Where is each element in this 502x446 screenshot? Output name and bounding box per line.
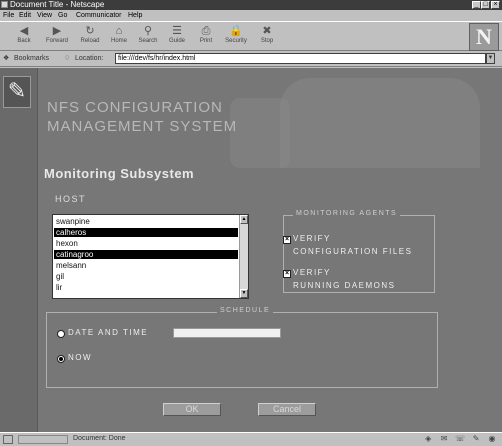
verify-daemons-label: VERIFY RUNNING DAEMONS xyxy=(293,268,396,290)
menu-view[interactable]: View xyxy=(37,10,52,21)
host-list-item-selected[interactable]: calheros xyxy=(54,228,238,237)
date-time-radio[interactable] xyxy=(57,330,65,338)
mail-icon[interactable]: ✉ xyxy=(438,434,450,444)
home-button[interactable]: ⌂ Home xyxy=(105,24,133,50)
location-label: Location: xyxy=(75,55,104,62)
verify-config-label: VERIFY CONFIGURATION FILES xyxy=(293,234,413,256)
date-time-label: DATE AND TIME xyxy=(68,328,149,337)
forward-arrow-icon: ▶ xyxy=(52,25,62,37)
background-graphic-arch xyxy=(280,78,480,168)
host-listbox[interactable]: swanpine calheros hexon catinagroo melsa… xyxy=(52,214,249,299)
browser-window: Document Title - Netscape _ □ × File Edi… xyxy=(0,0,502,446)
now-label: NOW xyxy=(68,353,93,362)
component-bar: ◈ ✉ ☏ ✎ ◉ xyxy=(420,434,498,446)
host-list-item[interactable]: hexon xyxy=(54,239,238,248)
menu-go[interactable]: Go xyxy=(58,10,67,21)
monitoring-agents-legend: MONITORING AGENTS xyxy=(293,210,401,217)
radar-icon[interactable]: ◉ xyxy=(486,434,498,444)
back-arrow-icon: ◀ xyxy=(19,25,29,37)
search-icon: ⚲ xyxy=(143,25,153,37)
scroll-up-arrow-icon[interactable]: ▲ xyxy=(240,215,248,224)
scroll-down-arrow-icon[interactable]: ▼ xyxy=(240,289,248,298)
host-list-item[interactable]: gil xyxy=(54,272,238,281)
pen-logo-icon: ✎ xyxy=(3,76,31,108)
host-list-item[interactable]: melsann xyxy=(54,261,238,270)
app-title: NFS CONFIGURATION MANAGEMENT SYSTEM xyxy=(47,99,238,135)
host-list-scrollbar[interactable]: ▲ ▼ xyxy=(239,215,248,298)
host-list-item[interactable]: swanpine xyxy=(54,217,238,226)
cancel-button[interactable]: Cancel xyxy=(258,403,316,416)
host-list-item[interactable]: lir xyxy=(54,283,238,292)
stop-icon: ✖ xyxy=(262,25,272,37)
lock-icon: 🔒 xyxy=(229,25,243,37)
page-content: ✎ NFS CONFIGURATION MANAGEMENT SYSTEM Mo… xyxy=(0,68,502,432)
maximize-button[interactable]: □ xyxy=(481,1,490,9)
page-proxy-icon[interactable]: ♢ xyxy=(64,51,70,67)
date-time-input[interactable] xyxy=(173,328,281,338)
verify-daemons-checkbox[interactable]: × xyxy=(283,270,291,278)
forward-button[interactable]: ▶ Forward xyxy=(43,24,71,50)
title-bar: Document Title - Netscape _ □ × xyxy=(0,0,502,10)
host-label: HOST xyxy=(55,194,87,204)
host-list-item-selected[interactable]: catinagroo xyxy=(54,250,238,259)
guide-button[interactable]: ☰ Guide xyxy=(163,24,191,50)
reload-icon: ↻ xyxy=(85,25,95,37)
navigator-icon[interactable]: ◈ xyxy=(422,434,434,444)
menu-file[interactable]: File xyxy=(3,10,14,21)
window-title: Document Title - Netscape xyxy=(10,0,105,9)
left-sidebar: ✎ xyxy=(0,68,38,432)
search-button[interactable]: ⚲ Search xyxy=(134,24,162,50)
security-status-icon[interactable] xyxy=(3,435,13,444)
now-radio[interactable] xyxy=(57,355,65,363)
menu-bar: File Edit View Go Communicator Help xyxy=(0,10,502,21)
stop-button[interactable]: ✖ Stop xyxy=(253,24,281,50)
bookmarks-button[interactable]: Bookmarks xyxy=(14,51,49,67)
guide-icon: ☰ xyxy=(172,25,182,37)
close-button[interactable]: × xyxy=(491,1,500,9)
composer-icon[interactable]: ✎ xyxy=(470,434,482,444)
reload-button[interactable]: ↻ Reload xyxy=(76,24,104,50)
navigation-toolbar: ◀ Back ▶ Forward ↻ Reload ⌂ Home ⚲ Searc… xyxy=(0,21,502,51)
menu-help[interactable]: Help xyxy=(128,10,142,21)
status-bar: Document: Done ◈ ✉ ☏ ✎ ◉ xyxy=(0,432,502,446)
security-button[interactable]: 🔒 Security xyxy=(222,24,250,50)
print-icon: ⎙ xyxy=(201,25,211,37)
schedule-legend: SCHEDULE xyxy=(217,307,274,314)
back-button[interactable]: ◀ Back xyxy=(10,24,38,50)
discussion-icon[interactable]: ☏ xyxy=(454,434,466,444)
bookmark-icon[interactable]: ❖ xyxy=(3,51,9,67)
status-text: Document: Done xyxy=(73,435,126,442)
netscape-logo[interactable]: N xyxy=(469,23,499,51)
minimize-button[interactable]: _ xyxy=(472,1,481,9)
location-bar: ❖ Bookmarks ♢ Location: file:///dev/fs/h… xyxy=(0,51,502,67)
print-button[interactable]: ⎙ Print xyxy=(192,24,220,50)
menu-communicator[interactable]: Communicator xyxy=(76,10,122,21)
home-icon: ⌂ xyxy=(115,25,123,37)
menu-edit[interactable]: Edit xyxy=(19,10,31,21)
schedule-group xyxy=(46,312,438,388)
progress-indicator xyxy=(18,435,68,444)
page-title: Monitoring Subsystem xyxy=(44,166,195,181)
ok-button[interactable]: OK xyxy=(163,403,221,416)
verify-config-checkbox[interactable]: × xyxy=(283,236,291,244)
url-field[interactable]: file:///dev/fs/hr/index.html xyxy=(115,53,486,64)
url-history-dropdown[interactable]: ▼ xyxy=(486,53,495,64)
netscape-app-icon xyxy=(1,1,8,8)
